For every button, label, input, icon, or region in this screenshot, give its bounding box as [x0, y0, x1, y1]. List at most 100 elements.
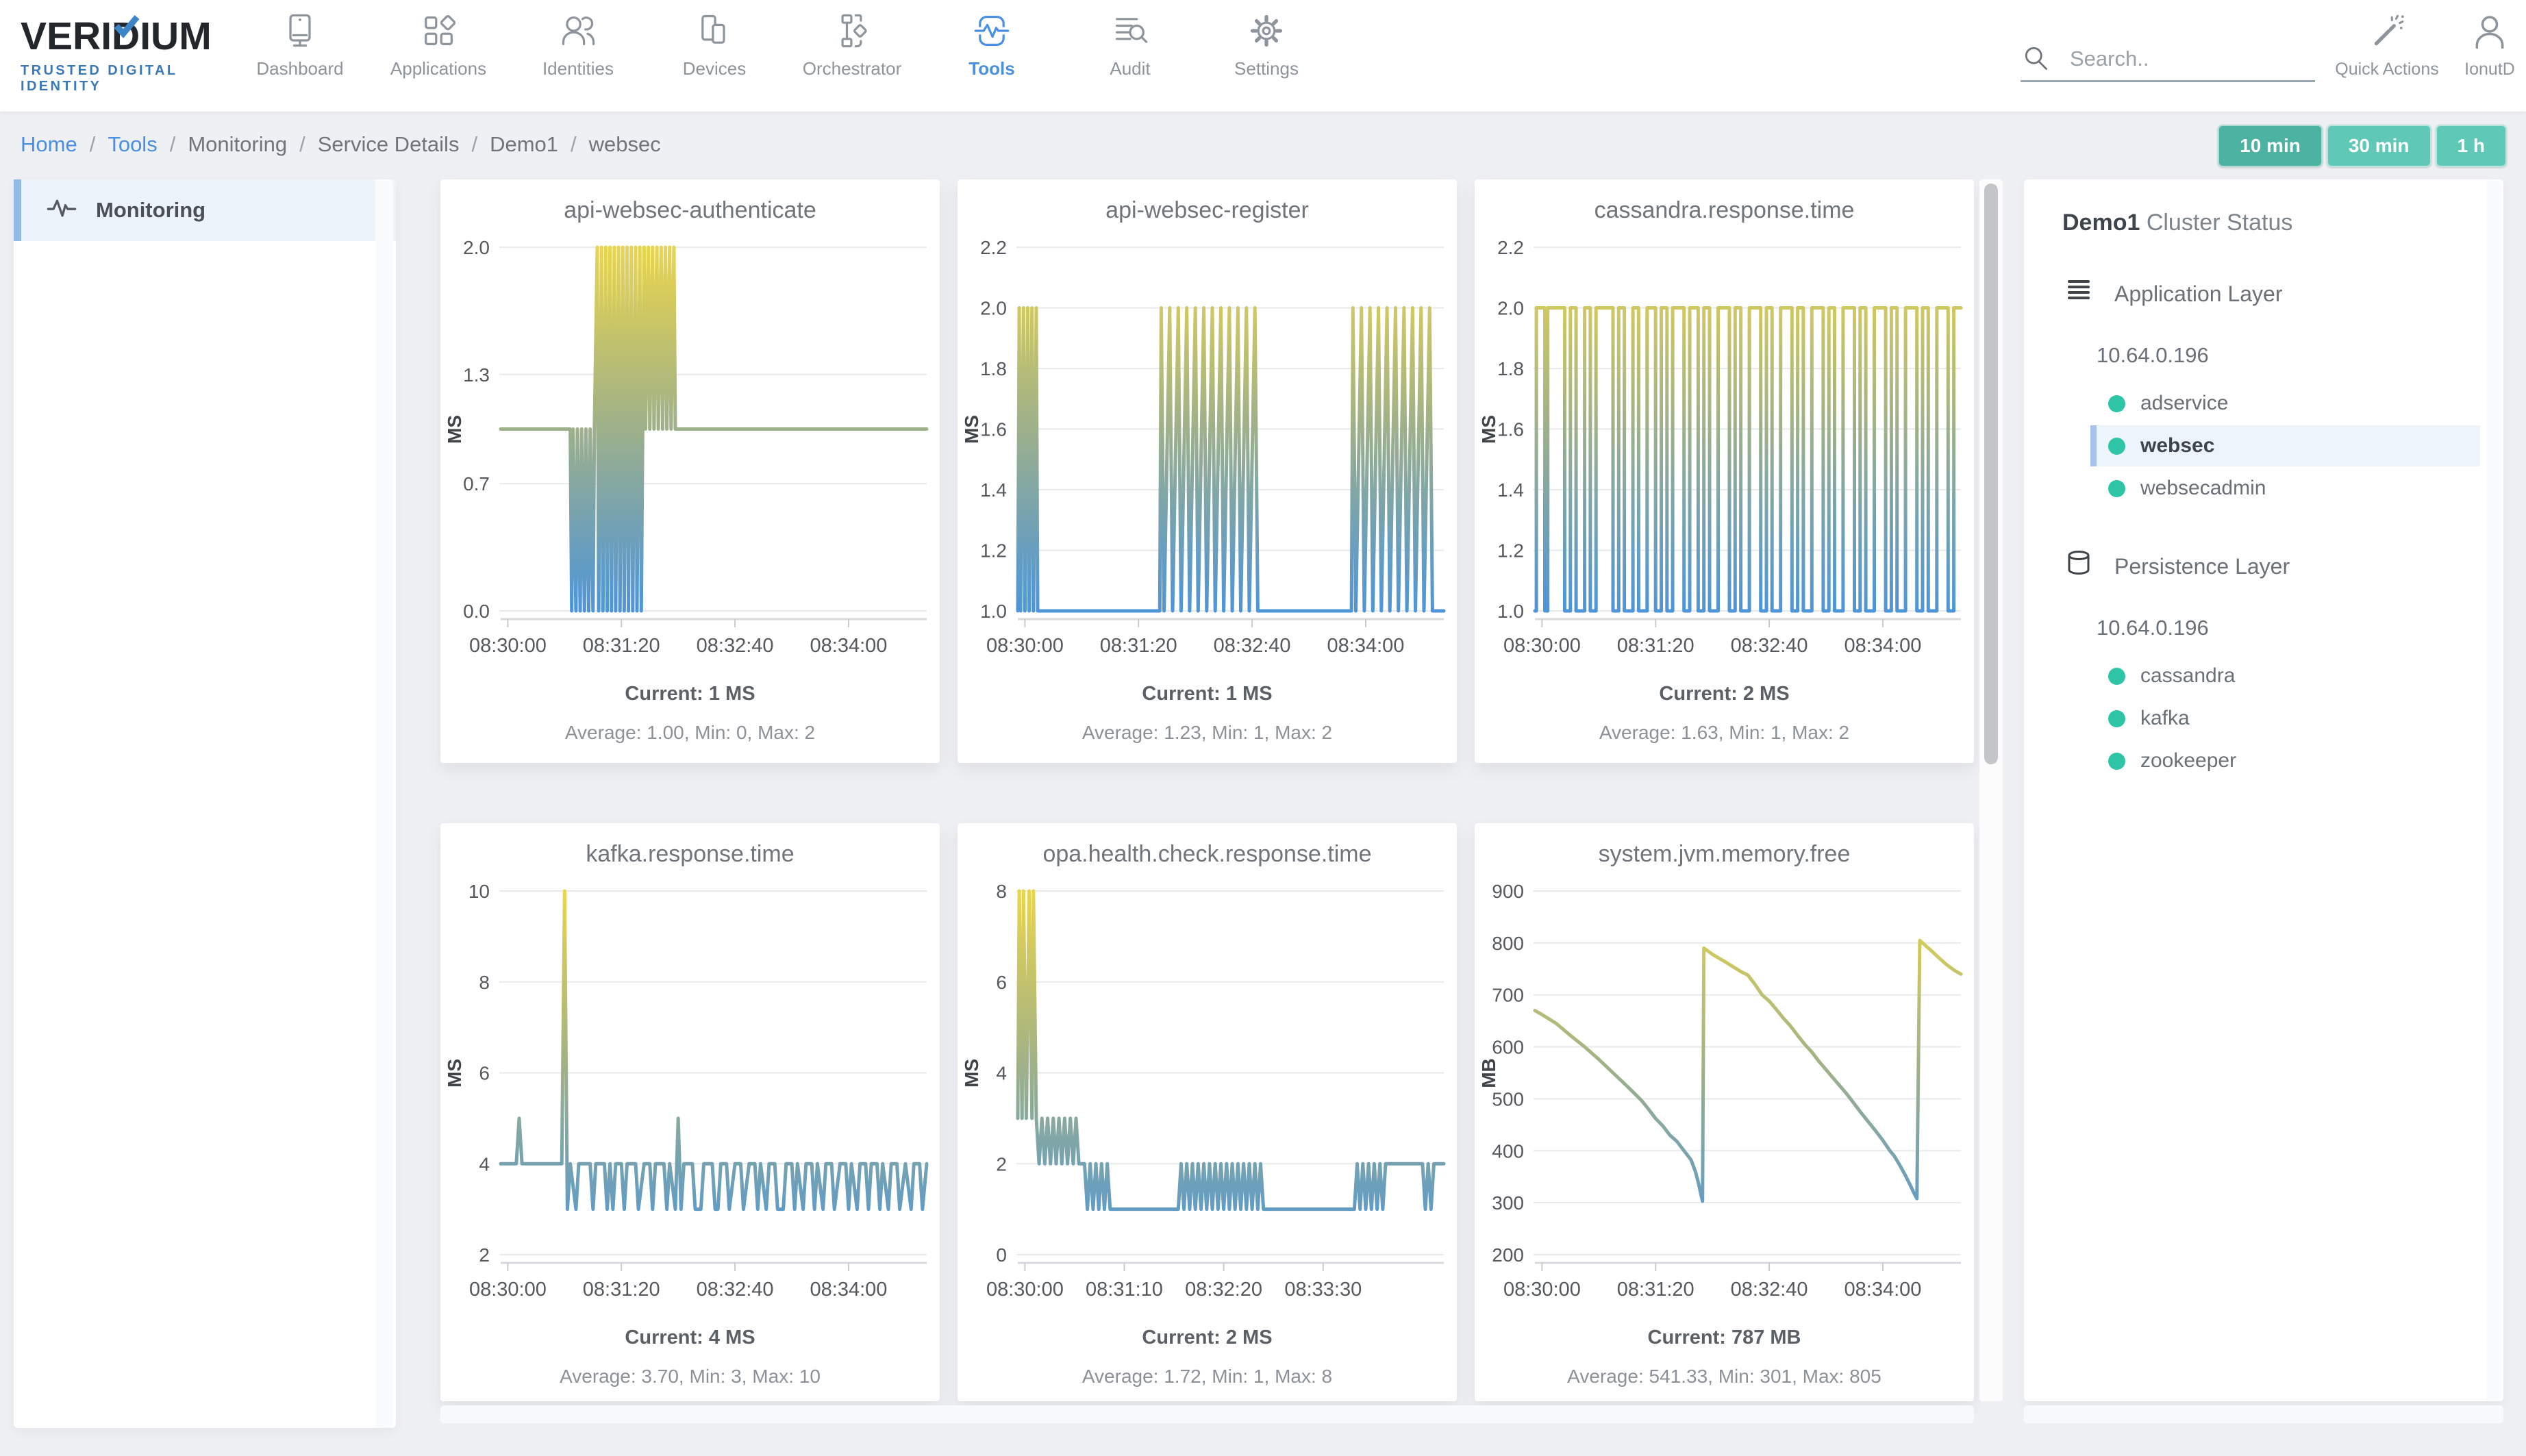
- nav-item-settings[interactable]: Settings: [1191, 11, 1342, 79]
- svg-text:1.3: 1.3: [463, 364, 490, 386]
- service-name: websec: [2140, 434, 2214, 457]
- svg-text:MS: MS: [1478, 415, 1499, 444]
- nav-item-audit[interactable]: Audit: [1055, 11, 1205, 79]
- chart-plot[interactable]: 2.22.01.81.61.41.21.008:30:0008:31:2008:…: [958, 224, 1457, 676]
- breadcrumb-separator: /: [299, 132, 305, 157]
- svg-text:500: 500: [1492, 1088, 1524, 1109]
- service-item-websecadmin[interactable]: websecadmin: [2090, 468, 2480, 509]
- sidebar-scrollbar[interactable]: [375, 179, 393, 1428]
- svg-text:08:34:00: 08:34:00: [810, 1279, 888, 1301]
- chart-title: api-websec-authenticate: [440, 197, 940, 224]
- service-item-kafka[interactable]: kafka: [2090, 698, 2480, 739]
- status-dot-icon: [2108, 753, 2125, 770]
- svg-text:200: 200: [1492, 1244, 1524, 1266]
- sidebar-item-monitoring[interactable]: Monitoring: [14, 179, 396, 241]
- svg-text:10: 10: [468, 881, 490, 902]
- svg-text:700: 700: [1492, 985, 1524, 1006]
- chart-title: kafka.response.time: [440, 841, 940, 868]
- svg-text:08:34:00: 08:34:00: [810, 635, 888, 657]
- time-button-1-h[interactable]: 1 h: [2436, 125, 2507, 167]
- svg-text:08:30:00: 08:30:00: [1503, 635, 1581, 657]
- chart-plot[interactable]: 90080070060050040030020008:30:0008:31:20…: [1475, 868, 1974, 1320]
- status-dot-icon: [2108, 668, 2125, 685]
- svg-text:1.2: 1.2: [980, 540, 1007, 562]
- layer-label: Application Layer: [2114, 281, 2282, 307]
- service-item-cassandra[interactable]: cassandra: [2090, 655, 2480, 696]
- chart-plot[interactable]: 2.01.30.70.008:30:0008:31:2008:32:4008:3…: [440, 224, 940, 676]
- nav-item-applications[interactable]: Applications: [363, 11, 514, 79]
- breadcrumb-separator: /: [90, 132, 96, 157]
- user-name: IonutD: [2438, 60, 2526, 79]
- svg-text:2: 2: [996, 1153, 1007, 1175]
- apps-icon: [418, 42, 458, 53]
- chart-current-value: Current: 4 MS: [440, 1327, 940, 1349]
- chart-stats: Average: 3.70, Min: 3, Max: 10: [440, 1366, 940, 1388]
- nav-item-dashboard[interactable]: Dashboard: [225, 11, 375, 79]
- search-icon: [2021, 42, 2051, 76]
- chart-card: cassandra.response.time 2.22.01.81.61.41…: [1475, 179, 1974, 763]
- svg-text:0.7: 0.7: [463, 473, 490, 494]
- user-menu[interactable]: IonutD: [2438, 12, 2526, 79]
- cluster-horizontal-scrollbar[interactable]: [2024, 1405, 2503, 1423]
- breadcrumb-item-monitoring: Monitoring: [188, 132, 287, 157]
- charts-vertical-scrollbar[interactable]: [1979, 179, 2003, 1401]
- svg-text:08:32:40: 08:32:40: [1731, 635, 1808, 657]
- svg-text:08:34:00: 08:34:00: [1845, 635, 1922, 657]
- svg-text:08:31:20: 08:31:20: [583, 635, 660, 657]
- nav-item-orchestrator[interactable]: Orchestrator: [777, 11, 927, 79]
- chart-plot[interactable]: 10864208:30:0008:31:2008:32:4008:34:00MS: [440, 868, 940, 1320]
- svg-text:08:33:30: 08:33:30: [1284, 1279, 1362, 1301]
- service-item-adservice[interactable]: adservice: [2090, 383, 2480, 424]
- charts-horizontal-scrollbar[interactable]: [440, 1405, 1974, 1423]
- svg-text:08:34:00: 08:34:00: [1845, 1279, 1922, 1301]
- breadcrumb-item-home[interactable]: Home: [21, 132, 77, 157]
- service-name: adservice: [2140, 392, 2228, 415]
- breadcrumb-item-websec: websec: [589, 132, 661, 157]
- service-name: kafka: [2140, 707, 2190, 730]
- chart-card: opa.health.check.response.time 8642008:3…: [958, 823, 1457, 1401]
- chart-current-value: Current: 2 MS: [1475, 683, 1974, 705]
- host-ip: 10.64.0.196: [2097, 343, 2503, 368]
- chart-card: kafka.response.time 10864208:30:0008:31:…: [440, 823, 940, 1401]
- scrollbar-thumb[interactable]: [1984, 184, 1998, 764]
- time-button-10-min[interactable]: 10 min: [2218, 125, 2323, 167]
- svg-text:MS: MS: [961, 1059, 982, 1088]
- gear-icon: [1247, 42, 1286, 53]
- service-item-websec[interactable]: websec: [2090, 425, 2480, 466]
- svg-text:0: 0: [996, 1244, 1007, 1266]
- svg-text:08:34:00: 08:34:00: [1327, 635, 1405, 657]
- devices-icon: [695, 42, 734, 53]
- chart-current-value: Current: 1 MS: [958, 683, 1457, 705]
- chart-card: api-websec-register 2.22.01.81.61.41.21.…: [958, 179, 1457, 763]
- quick-actions-button[interactable]: Quick Actions: [2329, 12, 2445, 79]
- svg-text:1.4: 1.4: [1497, 479, 1524, 501]
- svg-text:08:31:20: 08:31:20: [1617, 635, 1695, 657]
- breadcrumb-item-demo1: Demo1: [490, 132, 558, 157]
- chart-stats: Average: 1.23, Min: 1, Max: 2: [958, 722, 1457, 744]
- status-dot-icon: [2108, 395, 2125, 412]
- chart-plot[interactable]: 2.22.01.81.61.41.21.008:30:0008:31:2008:…: [1475, 224, 1974, 676]
- chart-card: system.jvm.memory.free 90080070060050040…: [1475, 823, 1974, 1401]
- breadcrumb-item-tools[interactable]: Tools: [108, 132, 157, 157]
- svg-text:900: 900: [1492, 881, 1524, 902]
- nav-item-tools[interactable]: Tools: [916, 11, 1067, 79]
- chart-current-value: Current: 1 MS: [440, 683, 940, 705]
- audit-icon: [1110, 42, 1150, 53]
- time-range-buttons: 10 min30 min1 h: [2218, 125, 2507, 167]
- layer-header: Application Layer: [2062, 276, 2503, 312]
- time-button-30-min[interactable]: 30 min: [2327, 125, 2431, 167]
- cluster-scrollbar[interactable]: [2486, 179, 2501, 1401]
- svg-text:8: 8: [996, 881, 1007, 902]
- nav-item-identities[interactable]: Identities: [503, 11, 653, 79]
- service-item-zookeeper[interactable]: zookeeper: [2090, 740, 2480, 781]
- chart-stats: Average: 1.63, Min: 1, Max: 2: [1475, 722, 1974, 744]
- chart-plot[interactable]: 8642008:30:0008:31:1008:32:2008:33:30MS: [958, 868, 1457, 1320]
- cluster-status-panel: Demo1 Cluster Status Application Layer 1…: [2024, 179, 2503, 1401]
- veridium-logo[interactable]: VERIDIUM TRUSTED DIGITAL IDENTITY: [21, 14, 247, 95]
- svg-text:2.0: 2.0: [1497, 298, 1524, 319]
- chart-stats: Average: 541.33, Min: 301, Max: 805: [1475, 1366, 1974, 1388]
- search-input[interactable]: [2068, 46, 2297, 72]
- svg-text:400: 400: [1492, 1140, 1524, 1162]
- nav-item-devices[interactable]: Devices: [639, 11, 790, 79]
- svg-text:600: 600: [1492, 1037, 1524, 1058]
